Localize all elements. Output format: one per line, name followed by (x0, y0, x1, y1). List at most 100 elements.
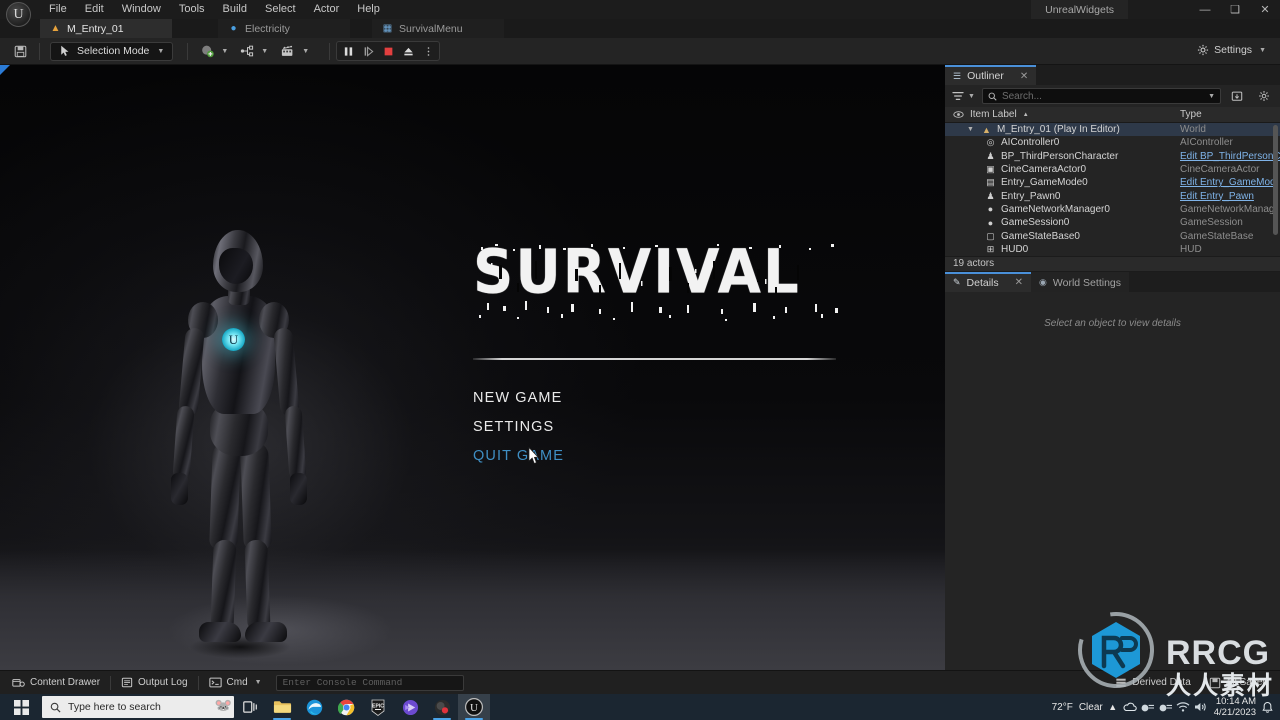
expander-icon[interactable]: ▼ (967, 126, 976, 133)
taskbar-clock[interactable]: 10:14 AM 4/21/2023 (1210, 696, 1256, 718)
clipchamp-icon[interactable] (394, 694, 426, 720)
unreal-logo-icon[interactable]: U (6, 2, 31, 27)
tab-details[interactable]: ✎ Details ✕ (945, 271, 1032, 292)
tab-m-entry-01[interactable]: ▲ M_Entry_01 (40, 19, 172, 38)
menu-item-new-game[interactable]: NEW GAME (473, 390, 562, 406)
menu-help[interactable]: Help (348, 0, 389, 19)
table-row[interactable]: ▼ ▲ M_Entry_01 (Play In Editor) World (945, 123, 1280, 137)
onedrive-icon[interactable] (1123, 701, 1137, 714)
column-item-label[interactable]: Item Label ▲ (945, 109, 1180, 120)
close-icon[interactable]: ✕ (1015, 277, 1023, 288)
stop-button[interactable] (379, 43, 397, 60)
column-type[interactable]: Type (1180, 109, 1280, 120)
windows-start-icon[interactable] (0, 694, 42, 720)
row-type-link[interactable]: Edit Entry_GameMod (1180, 177, 1280, 188)
table-row[interactable]: ● GameSession0 GameSession (945, 216, 1280, 229)
table-row[interactable]: ▤ Entry_GameMode0 Edit Entry_GameMod (945, 176, 1280, 189)
taskbar-search-input[interactable]: Type here to search 🐭 (42, 696, 234, 718)
outliner-scrollbar[interactable] (1273, 125, 1278, 235)
epic-games-icon[interactable]: EPIC (362, 694, 394, 720)
add-actor-button[interactable]: ▼ (194, 41, 234, 61)
selection-mode-button[interactable]: Selection Mode ▼ (50, 41, 174, 61)
details-tab-label: Details (966, 276, 999, 289)
toolbar-settings-button[interactable]: Settings ▼ (1191, 42, 1272, 58)
derived-data-button[interactable]: Derived Data (1107, 674, 1198, 692)
minimize-icon[interactable]: — (1190, 0, 1220, 19)
cursor-select-icon (61, 45, 69, 56)
file-explorer-icon[interactable] (266, 694, 298, 720)
save-icon (1209, 677, 1220, 688)
mannequin-thigh-left (209, 441, 241, 551)
chevron-down-icon[interactable]: ▼ (1208, 93, 1215, 100)
row-type: CineCameraActor (1180, 164, 1260, 176)
table-row[interactable]: ▢ GameStateBase0 GameStateBase (945, 229, 1280, 242)
cinematics-button[interactable]: ▼ (274, 41, 315, 61)
output-log-button[interactable]: Output Log (113, 674, 195, 692)
table-row[interactable]: ● GameNetworkManager0 GameNetworkManag (945, 203, 1280, 216)
details-panel-body: Select an object to view details (945, 291, 1280, 720)
row-type-link[interactable]: Edit BP_ThirdPersonC (1180, 151, 1280, 162)
content-drawer-button[interactable]: Content Drawer (4, 674, 108, 692)
mannequin-upperarm-right (273, 327, 300, 417)
notifications-icon[interactable] (1261, 701, 1274, 714)
network-icon[interactable] (1140, 701, 1155, 714)
menu-select[interactable]: Select (256, 0, 305, 19)
row-type-link[interactable]: Edit Entry_Pawn (1180, 191, 1280, 202)
obs-icon[interactable] (426, 694, 458, 720)
console-command-input[interactable]: Enter Console Command (275, 674, 464, 691)
level-viewport[interactable]: U SURVIVAL NEW GAME SETTINGS QUIT GAME (0, 65, 945, 670)
chevron-up-icon[interactable]: ▲ (1106, 702, 1120, 712)
outliner-tree[interactable]: ▼ ▲ M_Entry_01 (Play In Editor) World ◎ … (945, 123, 1280, 256)
wifi-icon[interactable] (1176, 701, 1190, 713)
table-row[interactable]: ⊞ HUD0 HUD (945, 243, 1280, 256)
menu-tools[interactable]: Tools (170, 0, 214, 19)
pause-button[interactable] (339, 43, 357, 60)
column-header-label: Type (1180, 109, 1202, 120)
svg-text:EPIC: EPIC (372, 703, 384, 709)
outliner-filter-button[interactable]: ▼ (950, 91, 977, 101)
chevron-down-icon: ▼ (1259, 46, 1266, 54)
tab-world-settings[interactable]: ◉ World Settings (1031, 271, 1129, 292)
table-row[interactable]: ▣ CineCameraActor0 CineCameraActor (945, 163, 1280, 176)
chrome-icon[interactable] (330, 694, 362, 720)
row-type: GameStateBase (1180, 230, 1254, 242)
eject-button[interactable] (399, 43, 417, 60)
volume-icon[interactable] (1193, 701, 1207, 713)
table-row[interactable]: ♟ Entry_Pawn0 Edit Entry_Pawn (945, 189, 1280, 202)
menu-build[interactable]: Build (214, 0, 256, 19)
menu-item-quit-game[interactable]: QUIT GAME (473, 448, 564, 464)
menu-item-settings[interactable]: SETTINGS (473, 419, 554, 435)
frame-advance-button[interactable] (359, 43, 377, 60)
menu-edit[interactable]: Edit (76, 0, 113, 19)
outliner-search-input[interactable]: Search... ▼ (981, 88, 1221, 104)
tab-survivalmenu[interactable]: ▦ SurvivalMenu (372, 19, 504, 38)
gamemode-icon: ▤ (986, 177, 995, 188)
cmd-icon (208, 677, 222, 688)
tab-outliner[interactable]: ☰ Outliner ✕ (945, 65, 1037, 85)
cmd-button[interactable]: Cmd ▼ (201, 674, 270, 692)
edge-icon[interactable] (298, 694, 330, 720)
chevron-down-icon: ▼ (261, 47, 269, 55)
chevron-down-icon: ▼ (968, 92, 975, 100)
weather-widget[interactable]: 72°F Clear (1052, 702, 1103, 713)
all-saved-button[interactable]: All Saved (1201, 674, 1276, 692)
save-search-icon (1231, 91, 1243, 101)
menu-actor[interactable]: Actor (305, 0, 349, 19)
maximize-icon[interactable]: ❑ (1220, 0, 1250, 19)
unreal-engine-icon[interactable]: U (458, 694, 490, 720)
outliner-settings-button[interactable] (1253, 88, 1275, 104)
close-icon[interactable]: ✕ (1250, 0, 1280, 19)
save-search-button[interactable] (1226, 88, 1248, 104)
network-icon[interactable] (1158, 701, 1173, 714)
blueprints-button[interactable]: ▼ (234, 41, 274, 61)
menu-file[interactable]: File (40, 0, 76, 19)
output-log-label: Output Log (138, 677, 188, 688)
tab-electricity[interactable]: ● Electricity (218, 19, 350, 38)
table-row[interactable]: ♟ BP_ThirdPersonCharacter Edit BP_ThirdP… (945, 150, 1280, 163)
menu-window[interactable]: Window (113, 0, 170, 19)
close-icon[interactable]: ✕ (1020, 71, 1028, 82)
table-row[interactable]: ◎ AIController0 AIController (945, 136, 1280, 149)
task-view-icon[interactable] (234, 694, 266, 720)
save-button[interactable] (8, 41, 33, 61)
more-options-button[interactable] (419, 43, 437, 60)
